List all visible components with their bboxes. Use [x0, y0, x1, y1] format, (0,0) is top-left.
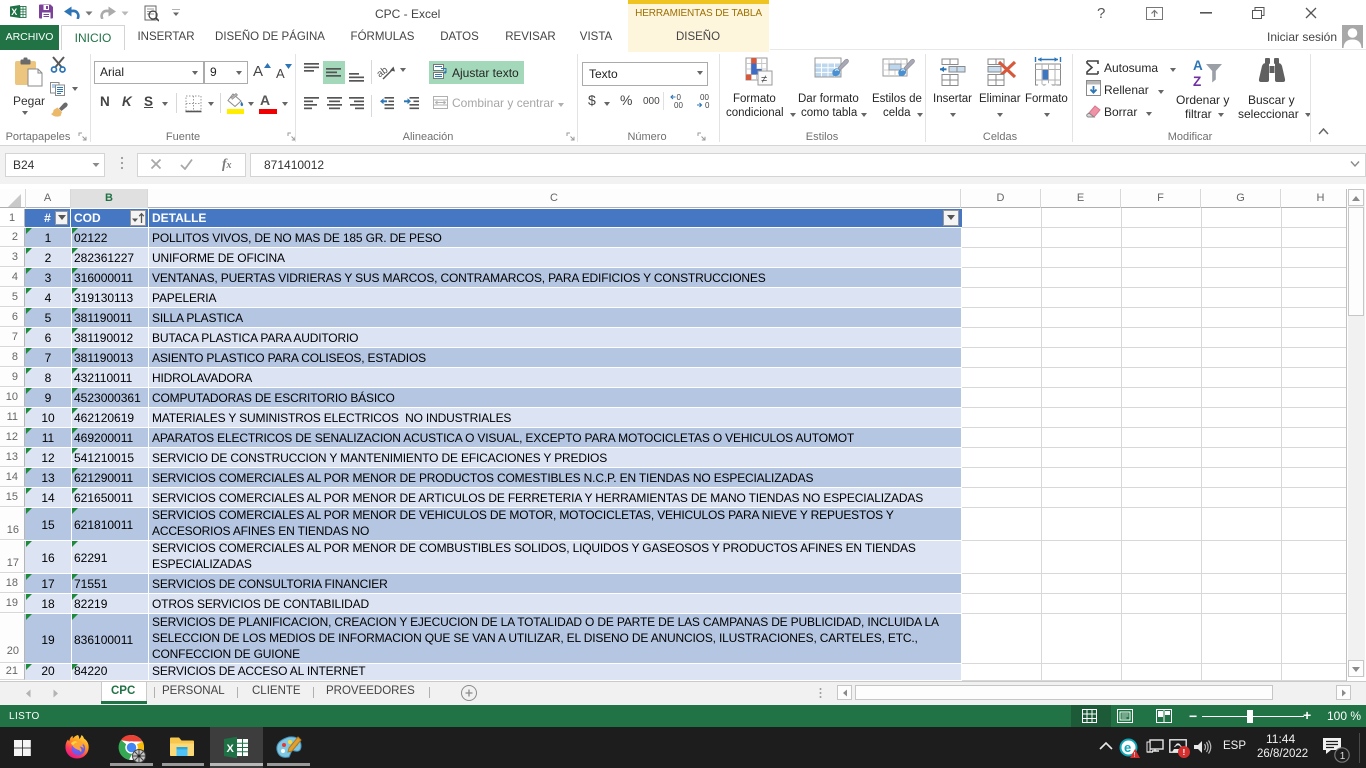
svg-text:00: 00 [674, 101, 683, 109]
svg-text:X: X [11, 7, 17, 17]
svg-text:Z: Z [1193, 74, 1201, 89]
svg-text:≠: ≠ [761, 74, 767, 86]
svg-text:0: 0 [705, 101, 710, 109]
svg-text:X: X [227, 743, 235, 755]
svg-text:1: 1 [1340, 751, 1346, 762]
svg-text:!: ! [1183, 747, 1186, 757]
svg-text:!: ! [1133, 752, 1135, 758]
svg-text:A: A [1193, 58, 1203, 73]
